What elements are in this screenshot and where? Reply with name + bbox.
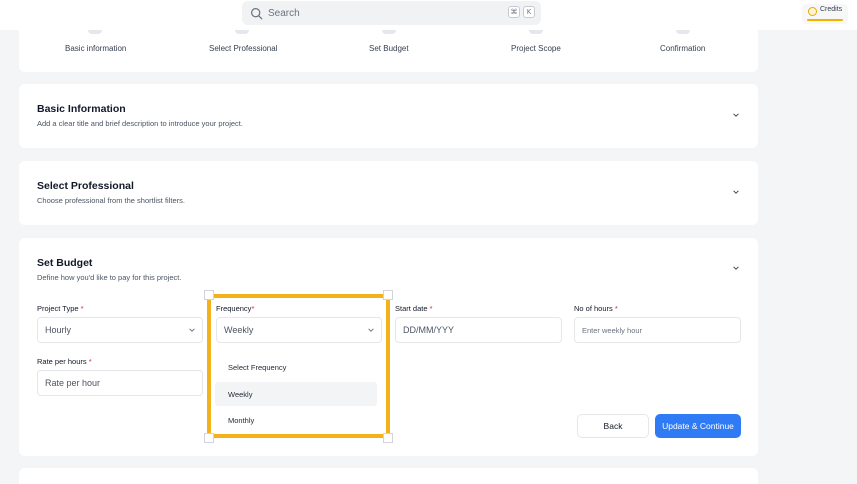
chevron-down-icon[interactable] (732, 188, 740, 196)
k-key-badge: K (523, 6, 535, 18)
section-subtitle: Define how you'd like to pay for this pr… (37, 273, 182, 282)
select-professional-section[interactable]: Select Professional Choose professional … (19, 161, 758, 225)
step-indicator (529, 30, 543, 34)
step-indicator (676, 30, 690, 34)
highlight-frame (207, 294, 390, 438)
project-type-select[interactable]: Hourly (37, 317, 203, 343)
project-type-value: Hourly (45, 325, 72, 335)
rate-placeholder: Rate per hour (45, 378, 101, 388)
back-button[interactable]: Back (577, 414, 649, 438)
start-date-placeholder: DD/MM/YYY (403, 325, 455, 335)
section-subtitle: Choose professional from the shortlist f… (37, 196, 185, 205)
command-key-icon: ⌘ (508, 6, 520, 18)
credits-label: Credits (820, 6, 843, 13)
search-icon (251, 7, 263, 19)
step-indicator (235, 30, 249, 34)
step-project-scope[interactable]: Project Scope (511, 44, 561, 53)
top-bar: Search ⌘ K Credits (0, 0, 857, 30)
step-set-budget[interactable]: Set Budget (369, 44, 409, 53)
credits-underline (807, 19, 843, 21)
section-subtitle: Add a clear title and brief description … (37, 119, 243, 128)
search-placeholder: Search (268, 7, 300, 19)
credits-button[interactable]: Credits (802, 4, 848, 24)
project-scope-section[interactable] (19, 468, 758, 484)
basic-information-section[interactable]: Basic Information Add a clear title and … (19, 84, 758, 148)
coin-icon (808, 7, 817, 16)
section-title: Basic Information (37, 103, 126, 115)
hours-placeholder: Enter weekly hour (582, 325, 643, 335)
step-indicator (382, 30, 396, 34)
resize-handle[interactable] (383, 433, 393, 443)
chevron-down-icon[interactable] (732, 111, 740, 119)
chevron-down-icon[interactable] (732, 264, 740, 272)
update-continue-button[interactable]: Update & Continue (655, 414, 741, 438)
section-title: Set Budget (37, 257, 93, 269)
project-type-label: Project Type * (37, 304, 84, 313)
resize-handle[interactable] (383, 290, 393, 300)
section-title: Select Professional (37, 180, 134, 192)
step-indicator (88, 30, 102, 34)
hours-input[interactable]: Enter weekly hour (574, 317, 741, 343)
hours-label: No of hours * (574, 304, 618, 313)
rate-input[interactable]: Rate per hour (37, 370, 203, 396)
resize-handle[interactable] (204, 433, 214, 443)
rate-label: Rate per hours * (37, 357, 92, 366)
stepper-card: Basic information Select Professional Se… (19, 30, 758, 72)
search-bar[interactable]: Search ⌘ K (242, 1, 541, 25)
step-confirmation[interactable]: Confirmation (660, 44, 705, 53)
step-select-professional[interactable]: Select Professional (209, 44, 277, 53)
chevron-down-icon (189, 328, 195, 332)
start-date-input[interactable]: DD/MM/YYY (395, 317, 562, 343)
step-basic-information[interactable]: Basic information (65, 44, 126, 53)
start-date-label: Start date * (395, 304, 433, 313)
resize-handle[interactable] (204, 290, 214, 300)
